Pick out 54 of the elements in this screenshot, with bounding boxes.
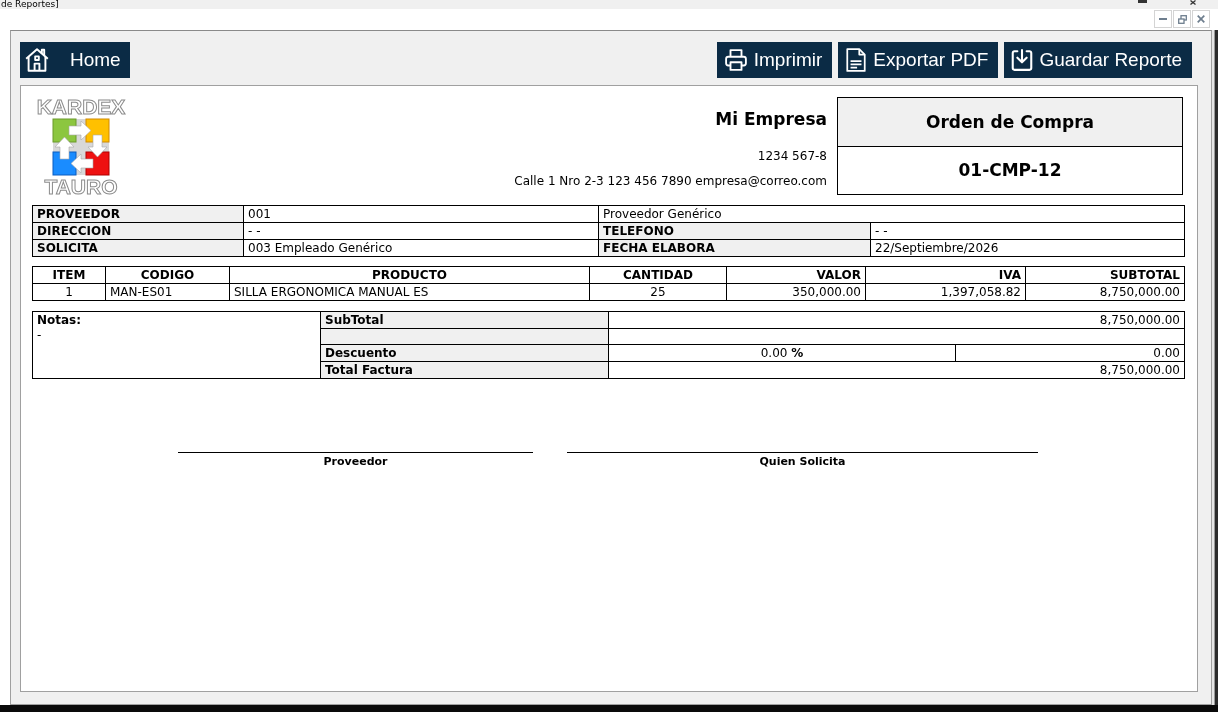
minimize-button[interactable] <box>1154 10 1172 28</box>
home-icon <box>25 48 49 72</box>
printer-icon <box>723 49 748 71</box>
restore-button[interactable] <box>1173 10 1191 28</box>
signature-label: Quien Solicita <box>759 455 846 469</box>
restore-icon <box>1177 14 1187 24</box>
home-button[interactable]: Home <box>20 42 130 78</box>
export-pdf-button[interactable]: Exportar PDF <box>838 42 999 78</box>
table-cell: 1 <box>32 283 106 301</box>
minimize-icon <box>1159 18 1167 20</box>
document-icon <box>845 48 868 72</box>
table-cell: 350,000.00 <box>726 283 866 301</box>
document-number: 01-CMP-12 <box>957 159 1063 183</box>
label-cell: PROVEEDOR <box>32 205 244 223</box>
close-button[interactable] <box>1192 10 1210 28</box>
table-cell: Proveedor Genérico <box>598 205 1185 223</box>
table-cell: 0.00 % <box>608 344 956 362</box>
table-cell: - - <box>870 222 1185 240</box>
table-cell: 25 <box>589 283 727 301</box>
table-cell: 22/Septiembre/2026 <box>870 239 1185 257</box>
header-cell: VALOR <box>726 266 866 284</box>
logo-text: TAURO <box>44 178 118 195</box>
document-title: Orden de Compra <box>838 98 1182 147</box>
header-cell: PRODUCTO <box>229 266 590 284</box>
company-tax-id: 1234 567-8 <box>757 148 827 164</box>
signature-label: Proveedor <box>323 455 388 469</box>
window-title: de Reportes] <box>0 0 59 9</box>
table-cell: 8,750,000.00 <box>608 311 1185 329</box>
table-cell: SILLA ERGONOMICA MANUAL ES <box>229 283 590 301</box>
table-cell: MAN-ES01 <box>105 283 230 301</box>
table-cell: 8,750,000.00 <box>1025 283 1185 301</box>
close-icon[interactable] <box>1190 0 1196 5</box>
notes-text: - <box>37 328 43 343</box>
download-icon <box>1011 49 1034 71</box>
header-cell: ITEM <box>32 266 106 284</box>
logo-icon <box>51 117 111 177</box>
table-cell: 0.00 <box>955 344 1185 362</box>
header-cell: CODIGO <box>105 266 230 284</box>
company-contact: Calle 1 Nro 2-3 123 456 7890 empresa@correo.com <box>514 173 827 189</box>
print-button[interactable]: Imprimir <box>716 42 833 78</box>
table-cell: 1,397,058.82 <box>865 283 1026 301</box>
header-cell: IVA <box>865 266 1026 284</box>
header-cell: CANTIDAD <box>589 266 727 284</box>
table-cell: - - <box>243 222 599 240</box>
label-cell: SubTotal <box>320 311 609 329</box>
table-cell: 001 <box>243 205 599 223</box>
table-cell: 003 Empleado Genérico <box>243 239 599 257</box>
close-icon <box>1197 15 1205 23</box>
save-report-button[interactable]: Guardar Reporte <box>1004 42 1192 78</box>
notes-label: Notas: <box>37 313 83 328</box>
company-name: Mi Empresa <box>715 108 827 130</box>
table-cell: 8,750,000.00 <box>608 361 1185 379</box>
logo-text: KARDEX <box>36 98 126 115</box>
header-cell: SUBTOTAL <box>1025 266 1185 284</box>
